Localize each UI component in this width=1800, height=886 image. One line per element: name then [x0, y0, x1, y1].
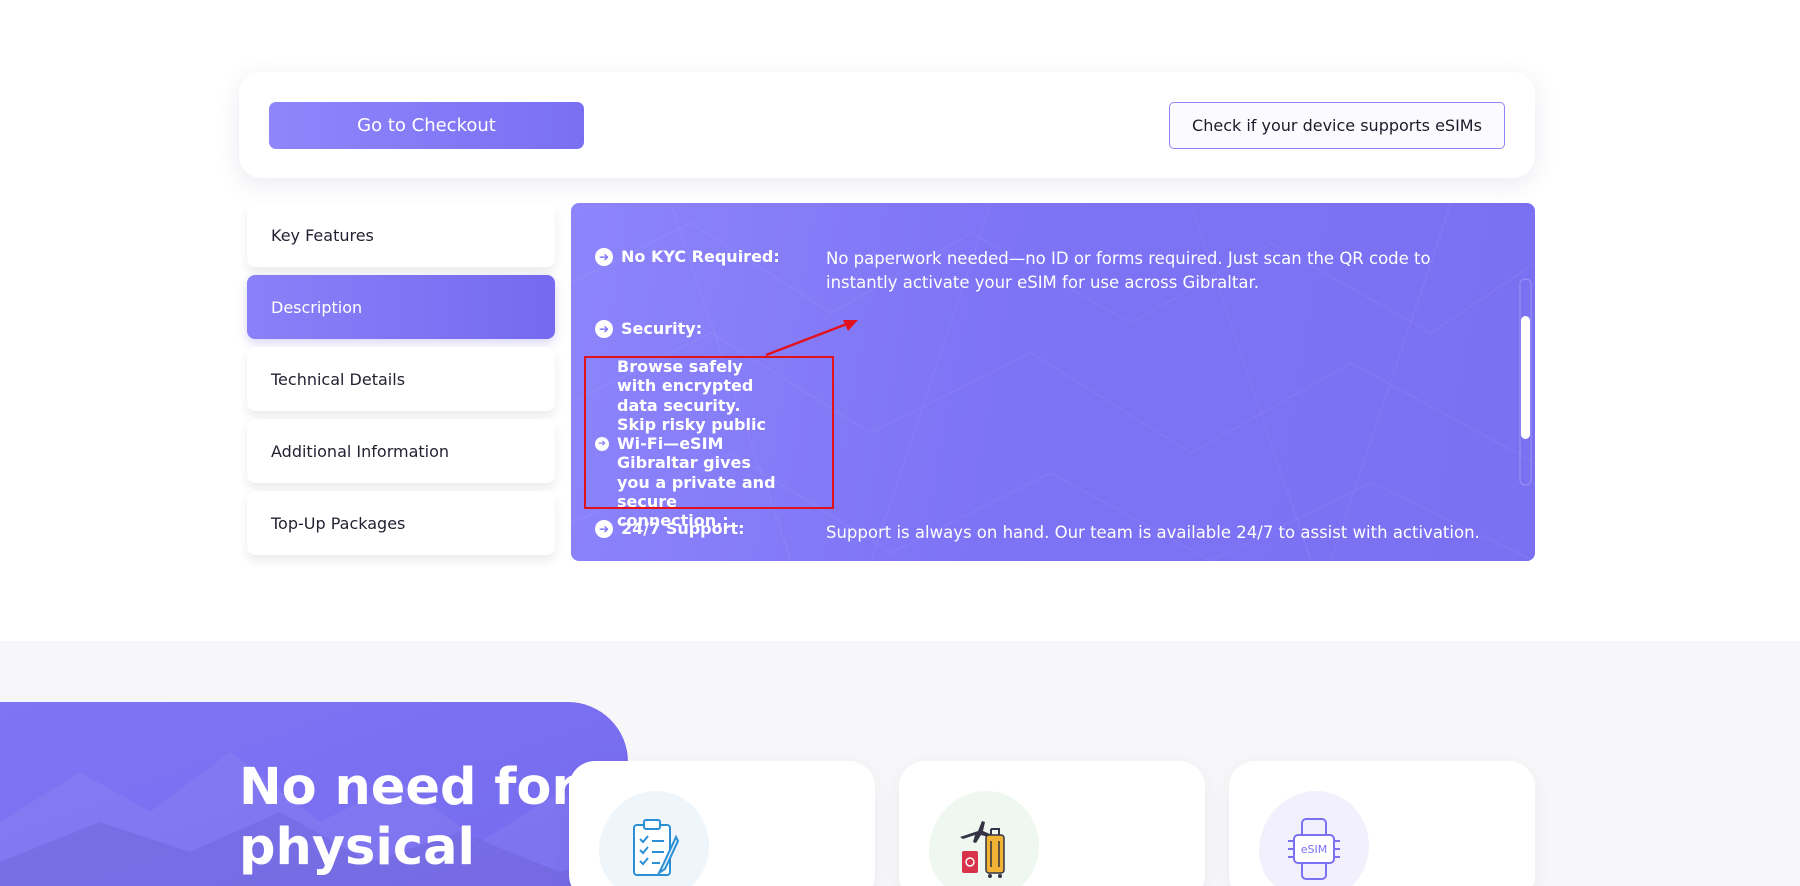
feature-security: ➔ Security: [595, 319, 702, 338]
tab-additional-information[interactable]: Additional Information [247, 419, 555, 483]
scrollbar-thumb[interactable] [1521, 316, 1530, 439]
feature-support-text: Support is always on hand. Our team is a… [826, 523, 1480, 542]
feature-no-kyc-text: No paperwork needed—no ID or forms requi… [826, 249, 1431, 292]
hero-title: No need for physical [239, 758, 579, 878]
arrow-right-icon: ➔ [595, 247, 613, 266]
tab-key-features[interactable]: Key Features [247, 203, 555, 267]
travel-luggage-icon [929, 791, 1039, 886]
device-support-button[interactable]: Check if your device supports eSIMs [1169, 102, 1505, 149]
hero-title-line: No need for [239, 758, 577, 817]
annotation-arrow-icon [765, 320, 858, 357]
info-card [899, 761, 1205, 886]
checkout-button[interactable]: Go to Checkout [269, 102, 584, 149]
info-card [569, 761, 875, 886]
esim-chip-icon: eSIM [1259, 791, 1369, 886]
tab-label: Top-Up Packages [271, 513, 406, 533]
clipboard-checklist-icon [599, 791, 709, 886]
feature-no-kyc: ➔ No KYC Required: [595, 247, 780, 266]
arrow-right-icon: ➔ [595, 519, 613, 538]
feature-label: Security: [621, 319, 703, 338]
action-bar: Go to Checkout Check if your device supp… [239, 72, 1535, 178]
hero-title-line: physical [239, 818, 476, 877]
feature-label: No KYC Required: [621, 247, 780, 266]
arrow-right-icon: ➔ [595, 436, 609, 451]
arrow-right-icon: ➔ [595, 319, 613, 338]
svg-text:eSIM: eSIM [1301, 843, 1328, 856]
tab-label: Description [271, 297, 363, 317]
feature-support: ➔ 24/7 Support: [595, 519, 745, 538]
tab-top-up-packages[interactable]: Top-Up Packages [247, 491, 555, 555]
tab-label: Technical Details [271, 369, 406, 389]
description-panel[interactable]: ➔ No KYC Required: No paperwork needed—n… [571, 203, 1535, 561]
feature-label: Browse safely with encrypted data securi… [617, 357, 776, 531]
feature-label: 24/7 Support: [621, 519, 745, 538]
tab-description[interactable]: Description [247, 275, 555, 339]
tab-label: Additional Information [271, 441, 450, 461]
feature-secure-browsing: ➔ Browse safely with encrypted data secu… [595, 357, 781, 531]
tab-technical-details[interactable]: Technical Details [247, 347, 555, 411]
tab-label: Key Features [271, 225, 374, 245]
info-card: eSIM [1229, 761, 1535, 886]
